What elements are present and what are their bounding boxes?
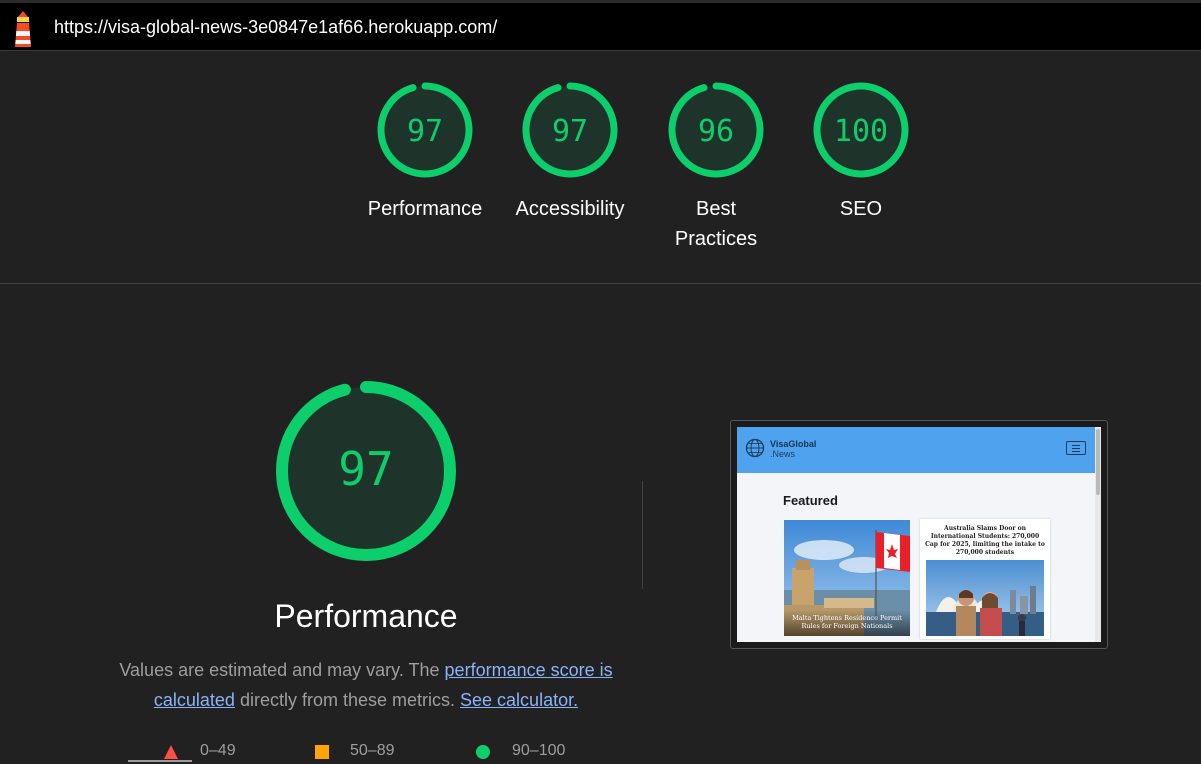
logo-line-2: .News: [770, 449, 796, 459]
category-gauges: 97 Performance 97 Accessibility 96 Best …: [0, 80, 1201, 280]
desc-middle: directly from these metrics.: [234, 690, 461, 710]
page-url-link[interactable]: https://visa-global-news-3e0847e1af66.he…: [54, 17, 497, 38]
hamburger-menu-icon: [1066, 441, 1086, 455]
globe-icon: [745, 438, 765, 458]
vertical-divider: [642, 481, 643, 589]
screenshot-logo-text: VisaGlobal .News: [770, 439, 816, 459]
legend-range: 90–100: [512, 742, 566, 759]
see-calculator-link[interactable]: See calculator.: [460, 690, 578, 710]
gauge-ring: 100: [813, 82, 909, 178]
section-divider: [0, 283, 1201, 284]
gauge-label: Accessibility: [515, 198, 625, 220]
logo-line-1: VisaGlobal: [770, 439, 817, 449]
square-icon: [315, 745, 329, 759]
gauge-score: 96: [698, 114, 734, 149]
gauge-label: Performance: [367, 198, 483, 220]
australia-photo-graphic: [926, 560, 1044, 636]
gauge-accessibility[interactable]: 97 Accessibility: [505, 80, 635, 224]
top-bar: https://visa-global-news-3e0847e1af66.he…: [0, 0, 1201, 51]
gauge-ring: 97: [522, 82, 618, 178]
screenshot-card-australia: Australia Slams Door on International St…: [920, 519, 1050, 639]
australia-card-title: Australia Slams Door on International St…: [925, 525, 1045, 556]
screenshot-site-header: VisaGlobal .News: [737, 427, 1095, 473]
gauge-best-practices[interactable]: 96 Best Practices: [651, 80, 781, 254]
performance-description: Values are estimated and may vary. The p…: [116, 655, 616, 715]
lighthouse-icon: [15, 11, 31, 47]
performance-title: Performance: [274, 598, 458, 634]
desc-prefix: Values are estimated and may vary. The: [119, 660, 445, 680]
gauge-ring: 97: [377, 82, 473, 178]
gauge-seo[interactable]: 100 SEO: [796, 80, 926, 224]
gauge-label: SEO: [839, 198, 883, 220]
circle-icon: [476, 745, 490, 759]
gauge-performance[interactable]: 97 Performance: [360, 80, 490, 224]
australia-photo: [926, 560, 1044, 636]
gauge-label: Best Practices: [674, 198, 758, 250]
performance-score: 97: [338, 442, 393, 496]
legend-range: 50–89: [350, 742, 395, 759]
gauge-score: 97: [407, 114, 443, 149]
screenshot-card-malta: Malta Tightens Residence Permit Rules fo…: [784, 520, 910, 636]
gauge-score: 100: [834, 114, 888, 149]
gauge-score: 97: [552, 114, 588, 149]
gauge-ring: 96: [668, 82, 764, 178]
final-screenshot[interactable]: VisaGlobal .News Featured Malta Tightens…: [737, 427, 1101, 642]
score-legend: 0–49 50–89 90–100: [0, 740, 700, 764]
screenshot-featured-heading: Featured: [783, 493, 838, 508]
performance-gauge: 97: [276, 381, 456, 561]
legend-range: 0–49: [200, 742, 236, 759]
screenshot-scrollbar-thumb: [1096, 429, 1100, 495]
triangle-icon: [164, 745, 178, 759]
malta-card-caption: Malta Tightens Residence Permit Rules fo…: [784, 610, 910, 636]
